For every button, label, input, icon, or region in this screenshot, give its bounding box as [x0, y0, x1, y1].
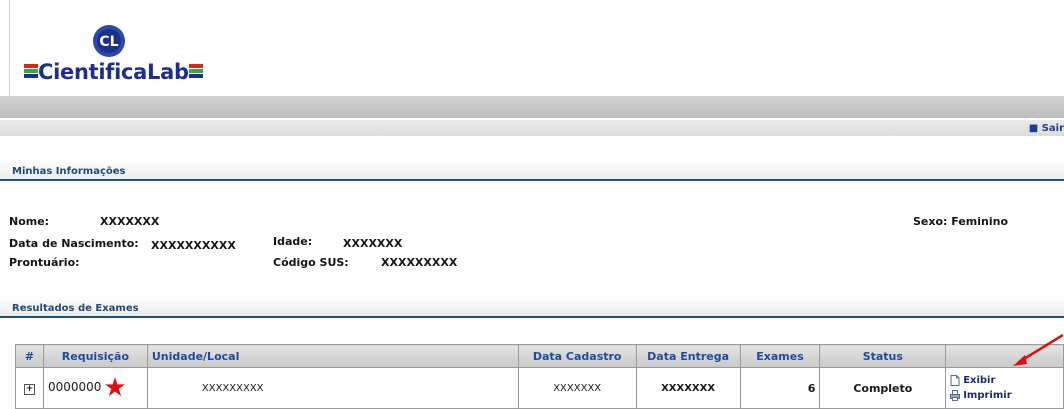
printer-icon: [950, 389, 961, 401]
unidade-cell: XXXXXXXXX: [146, 367, 519, 409]
page-edge: [9, 0, 10, 96]
record-label: Prontuário:: [9, 256, 80, 269]
col-status[interactable]: Status: [819, 344, 947, 368]
data-cadastro-cell: XXXXXXX: [517, 367, 637, 409]
sex-label: Sexo:: [913, 215, 948, 228]
logo-icon: CL: [93, 25, 125, 57]
col-unidade[interactable]: Unidade/Local: [146, 344, 519, 368]
name-label: Nome:: [9, 215, 50, 228]
logo-bars-right-icon: [188, 63, 203, 79]
logout-label: Sair: [1041, 123, 1064, 134]
top-nav-bar: [0, 96, 1064, 118]
actions-cell: Exibir Imprimir: [945, 367, 1064, 409]
print-label: Imprimir: [963, 390, 1012, 401]
requisicao-cell: 0000000★: [42, 367, 148, 409]
document-icon: [950, 374, 960, 386]
logo[interactable]: CientificaLab: [24, 60, 203, 84]
results-table: # Requisição Unidade/Local Data Cadastro…: [15, 344, 1064, 409]
red-star-icon: ★: [103, 373, 127, 403]
col-requisicao[interactable]: Requisição: [42, 344, 148, 368]
expand-icon[interactable]: +: [23, 384, 35, 395]
brand-name: CientificaLab: [38, 60, 189, 84]
col-index[interactable]: #: [15, 344, 44, 368]
my-info-divider: [0, 179, 1064, 181]
table-row: + 0000000★ XXXXXXXXX XXXXXXX XXXXXXX 6 C…: [15, 367, 1064, 409]
results-header: [0, 297, 1064, 316]
birth-label: Data de Nascimento:: [9, 237, 139, 250]
view-button[interactable]: Exibir: [950, 373, 1059, 388]
red-arrow-icon: [1013, 334, 1064, 366]
data-entrega-cell: XXXXXXX: [635, 367, 741, 409]
age-value: XXXXXXX: [343, 237, 403, 250]
sex-field: Sexo: Feminino: [913, 215, 1008, 228]
exames-cell: 6: [739, 367, 821, 409]
print-button[interactable]: Imprimir: [950, 388, 1059, 403]
expand-cell[interactable]: +: [15, 367, 44, 409]
name-value: XXXXXXX: [100, 215, 160, 228]
logo-initials: CL: [99, 34, 118, 50]
status-cell: Completo: [819, 367, 947, 409]
sus-label: Código SUS:: [273, 256, 349, 269]
results-divider: [0, 316, 1064, 318]
logout-link[interactable]: ■ Sair: [1029, 123, 1064, 134]
my-info-title: Minhas Informações: [12, 166, 126, 177]
birth-value: XXXXXXXXXX: [151, 239, 236, 252]
table-header-row: # Requisição Unidade/Local Data Cadastro…: [15, 344, 1064, 368]
col-data-entrega[interactable]: Data Entrega: [635, 344, 741, 368]
col-exames[interactable]: Exames: [739, 344, 821, 368]
results-title: Resultados de Exames: [12, 303, 139, 314]
sus-value: XXXXXXXXX: [381, 256, 458, 269]
logo-bars-left-icon: [24, 63, 38, 79]
requisicao-value: 0000000: [47, 380, 102, 394]
age-label: Idade:: [273, 235, 313, 248]
view-label: Exibir: [963, 375, 996, 386]
bullet-icon: ■: [1028, 123, 1042, 134]
col-data-cadastro[interactable]: Data Cadastro: [517, 344, 637, 368]
sex-value: Feminino: [951, 215, 1009, 228]
my-info-header: [0, 160, 1064, 179]
sub-nav-bar: [0, 120, 1064, 136]
